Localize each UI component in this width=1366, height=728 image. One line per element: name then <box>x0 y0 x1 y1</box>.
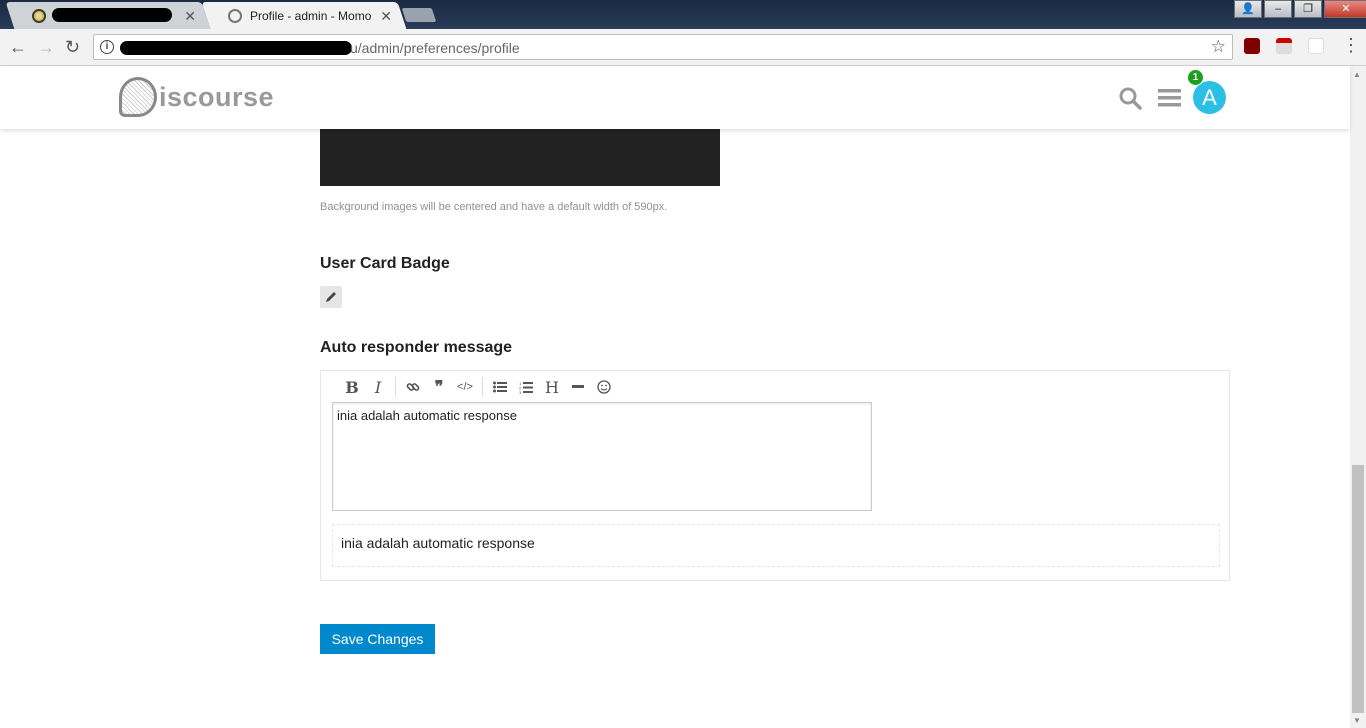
redaction-mark <box>120 41 352 55</box>
profile-background-image <box>320 129 720 186</box>
bold-button[interactable]: B <box>339 377 365 397</box>
auto-responder-textarea[interactable]: inia adalah automatic response <box>332 402 872 511</box>
user-avatar[interactable]: A <box>1193 81 1226 114</box>
browser-tab-1[interactable]: S ✕ <box>5 2 211 29</box>
new-tab-button[interactable] <box>401 8 437 22</box>
scroll-up-arrow-icon[interactable]: ▲ <box>1353 70 1361 79</box>
editor-toolbar: B I ❞ </> 1 2 3 H <box>339 377 617 397</box>
italic-button[interactable]: I <box>365 377 391 397</box>
bookmark-star-icon[interactable]: ☆ <box>1211 37 1226 57</box>
discourse-logo[interactable]: iscourse <box>119 77 274 117</box>
svg-text:3: 3 <box>519 390 522 394</box>
numbered-list-button[interactable]: 1 2 3 <box>513 377 539 397</box>
tab-title: Profile - admin - Momon <box>250 8 372 23</box>
heading-button[interactable]: H <box>539 377 565 397</box>
smiley-icon <box>597 380 611 394</box>
background-image-note: Background images will be centered and h… <box>320 201 668 213</box>
user-card-badge-heading: User Card Badge <box>320 255 450 272</box>
url-text[interactable]: u/admin/preferences/profile <box>350 40 520 56</box>
auto-responder-preview: inia adalah automatic response <box>332 524 1220 567</box>
code-button[interactable]: </> <box>452 377 478 397</box>
scrollbar-thumb[interactable] <box>1352 465 1364 713</box>
link-button[interactable] <box>400 377 426 397</box>
save-changes-button[interactable]: Save Changes <box>320 624 435 654</box>
notification-badge[interactable]: 1 <box>1187 69 1204 86</box>
discourse-favicon-icon <box>228 8 242 23</box>
mask-extension-icon[interactable] <box>1276 38 1292 54</box>
browser-toolbar: ← → ↻ i u/admin/preferences/profile ☆ ⋮ <box>0 29 1366 66</box>
user-profile-icon[interactable]: 👤 <box>1234 0 1262 18</box>
toolbar-divider <box>482 377 483 397</box>
close-tab-icon[interactable]: ✕ <box>184 8 196 25</box>
auto-responder-editor: B I ❞ </> 1 2 3 H inia adalah automatic … <box>320 370 1230 581</box>
restore-button[interactable]: ❐ <box>1294 0 1322 18</box>
scroll-down-arrow-icon[interactable]: ▼ <box>1353 716 1361 725</box>
ublock-extension-icon[interactable] <box>1244 38 1260 54</box>
toolbar-divider <box>395 377 396 397</box>
bullet-list-button[interactable] <box>487 377 513 397</box>
back-arrow-icon[interactable]: ← <box>9 37 27 58</box>
address-bar[interactable]: i u/admin/preferences/profile ☆ <box>93 34 1233 60</box>
auto-responder-heading: Auto responder message <box>320 339 513 356</box>
reload-icon[interactable]: ↻ <box>65 37 80 58</box>
close-tab-icon[interactable]: ✕ <box>380 8 392 25</box>
horizontal-rule-button[interactable] <box>565 377 591 397</box>
minimize-button[interactable]: ‒ <box>1264 0 1292 18</box>
page-viewport: iscourse 1 A Background images will be c… <box>0 66 1350 728</box>
bullet-list-icon <box>493 381 507 393</box>
quote-button[interactable]: ❞ <box>426 377 452 397</box>
site-info-icon[interactable]: i <box>100 40 114 54</box>
link-icon <box>406 383 420 391</box>
pencil-icon <box>326 292 336 302</box>
blank-extension-icon[interactable] <box>1308 38 1324 54</box>
logo-bubble-icon <box>119 77 157 117</box>
forward-arrow-icon[interactable]: → <box>37 37 55 58</box>
numbered-list-icon: 1 2 3 <box>519 381 533 394</box>
browser-tab-2[interactable]: Profile - admin - Momon ✕ <box>201 2 407 29</box>
emoji-button[interactable] <box>591 377 617 397</box>
horizontal-rule-icon <box>572 385 584 388</box>
edit-badge-button[interactable] <box>320 286 342 308</box>
window-controls: 👤 ‒ ❐ ✕ <box>1232 0 1366 20</box>
site-header: iscourse 1 A <box>0 66 1350 129</box>
chrome-favicon-icon <box>32 8 46 23</box>
chrome-menu-icon[interactable]: ⋮ <box>1342 35 1360 56</box>
browser-tab-bar: S ✕ Profile - admin - Momon ✕ 👤 ‒ ❐ ✕ <box>0 0 1366 29</box>
redaction-mark <box>52 8 172 22</box>
close-window-button[interactable]: ✕ <box>1324 0 1366 18</box>
hamburger-menu-icon[interactable] <box>1158 86 1181 110</box>
logo-wordmark: iscourse <box>159 81 275 112</box>
search-icon[interactable] <box>1118 86 1142 110</box>
